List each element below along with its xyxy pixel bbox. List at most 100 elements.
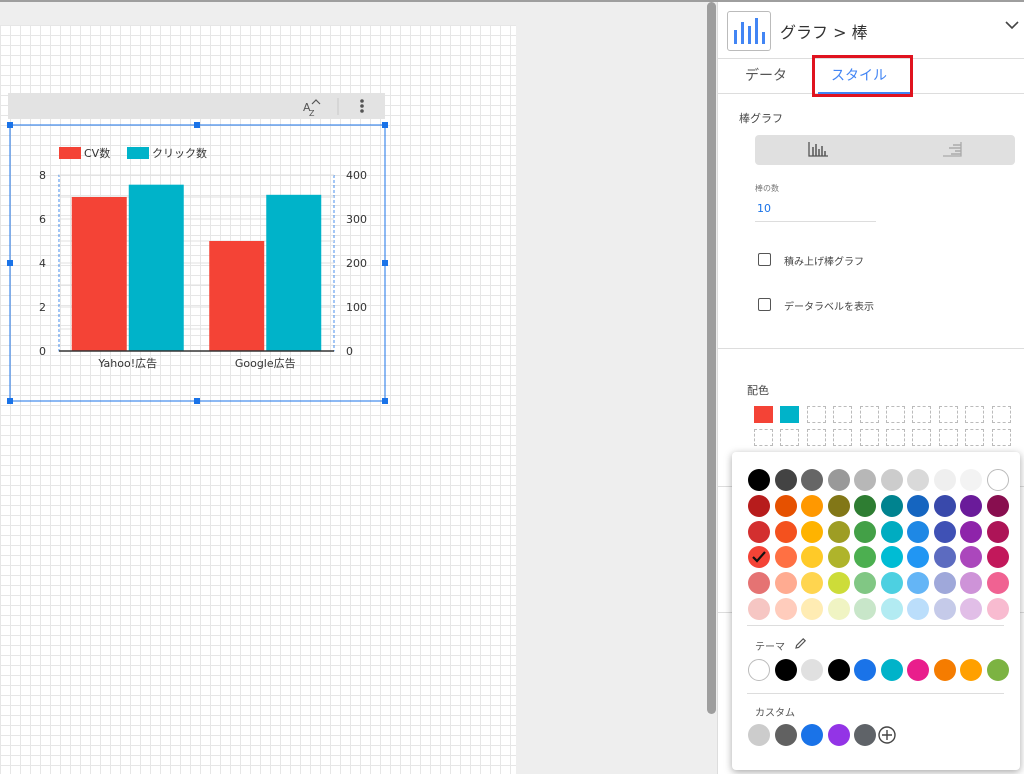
theme-color-option[interactable] <box>907 659 929 681</box>
bar[interactable] <box>266 194 322 351</box>
color-option[interactable] <box>801 598 823 620</box>
color-option[interactable] <box>774 546 797 569</box>
theme-color-option[interactable] <box>801 659 823 681</box>
resize-handle[interactable] <box>194 398 200 404</box>
color-option[interactable] <box>854 598 876 620</box>
color-option[interactable] <box>986 469 1009 491</box>
color-option[interactable] <box>827 598 850 620</box>
empty-color-swatch[interactable] <box>965 406 985 423</box>
empty-color-swatch[interactable] <box>886 406 905 423</box>
custom-color-option[interactable] <box>854 724 876 746</box>
theme-color-option[interactable] <box>933 659 956 681</box>
color-option[interactable] <box>774 598 797 620</box>
color-option[interactable] <box>774 494 797 517</box>
empty-color-swatch[interactable] <box>806 429 826 446</box>
bars-count-input[interactable]: 10 <box>757 202 771 215</box>
chevron-down-icon[interactable] <box>1005 20 1019 30</box>
empty-color-swatch[interactable] <box>912 406 932 423</box>
bar[interactable] <box>209 241 265 351</box>
color-option[interactable] <box>801 469 823 491</box>
resize-handle[interactable] <box>7 122 13 128</box>
color-option[interactable] <box>854 520 876 543</box>
empty-color-swatch[interactable] <box>991 406 1011 423</box>
data-labels-checkbox[interactable] <box>758 298 771 311</box>
color-option[interactable] <box>933 469 956 491</box>
color-option[interactable] <box>801 546 823 569</box>
custom-color-option[interactable] <box>748 724 770 746</box>
color-option[interactable] <box>880 469 903 491</box>
empty-color-swatch[interactable] <box>859 406 879 423</box>
empty-color-swatch[interactable] <box>780 429 800 446</box>
resize-handle[interactable] <box>382 398 388 404</box>
more-vert-icon[interactable] <box>360 99 364 113</box>
color-option[interactable] <box>801 494 823 517</box>
color-swatch[interactable] <box>754 406 773 423</box>
color-option[interactable] <box>774 572 797 595</box>
color-option[interactable] <box>907 494 929 517</box>
color-option[interactable] <box>986 520 1009 543</box>
color-option[interactable] <box>880 572 903 595</box>
color-option[interactable] <box>933 546 956 569</box>
color-option[interactable] <box>827 520 850 543</box>
vertical-bars-icon[interactable] <box>807 141 829 158</box>
stacked-checkbox[interactable] <box>758 253 771 266</box>
bar-chart[interactable]: A Z Yahoo!広告 Google広告024680100200300400 C… <box>0 25 516 774</box>
color-option[interactable] <box>986 546 1009 569</box>
color-option[interactable] <box>827 494 850 517</box>
color-option[interactable] <box>748 494 770 517</box>
custom-color-option[interactable] <box>801 724 823 746</box>
resize-handle[interactable] <box>194 122 200 128</box>
color-option[interactable] <box>960 572 982 595</box>
color-option[interactable] <box>854 469 876 491</box>
color-option[interactable] <box>827 572 850 595</box>
color-option[interactable] <box>774 469 797 491</box>
empty-color-swatch[interactable] <box>833 429 853 446</box>
empty-color-swatch[interactable] <box>859 429 879 446</box>
color-option[interactable] <box>880 598 903 620</box>
color-option[interactable] <box>880 494 903 517</box>
color-option[interactable] <box>748 469 770 491</box>
color-option[interactable] <box>854 546 876 569</box>
theme-color-option[interactable] <box>827 659 850 681</box>
empty-color-swatch[interactable] <box>938 406 958 423</box>
empty-color-swatch[interactable] <box>754 429 773 446</box>
color-option[interactable] <box>774 520 797 543</box>
color-option[interactable] <box>960 520 982 543</box>
color-option[interactable] <box>827 546 850 569</box>
color-option[interactable] <box>986 572 1009 595</box>
color-option[interactable] <box>748 598 770 620</box>
theme-color-option[interactable] <box>854 659 876 681</box>
color-option[interactable] <box>801 520 823 543</box>
report-canvas[interactable]: A Z Yahoo!広告 Google広告 0 2 4 6 8 0 100 200 300 400 C… <box>0 25 516 774</box>
empty-color-swatch[interactable] <box>965 429 985 446</box>
resize-handle[interactable] <box>382 260 388 266</box>
theme-color-option[interactable] <box>880 659 903 681</box>
tab-data[interactable]: データ <box>745 65 787 85</box>
color-option[interactable] <box>986 598 1009 620</box>
custom-color-option[interactable] <box>774 724 797 746</box>
empty-color-swatch[interactable] <box>912 429 932 446</box>
resize-handle[interactable] <box>382 122 388 128</box>
resize-handle[interactable] <box>7 260 13 266</box>
color-option[interactable] <box>827 469 850 491</box>
theme-color-option[interactable] <box>748 659 770 681</box>
color-option[interactable] <box>907 520 929 543</box>
color-option[interactable] <box>748 572 770 595</box>
bar[interactable] <box>128 184 184 351</box>
color-option[interactable] <box>801 572 823 595</box>
color-option[interactable] <box>748 520 770 543</box>
resize-handle[interactable] <box>7 398 13 404</box>
color-option[interactable] <box>960 469 982 491</box>
color-option[interactable] <box>960 494 982 517</box>
add-circle-icon[interactable] <box>878 726 896 744</box>
color-option[interactable] <box>748 546 770 569</box>
color-option[interactable] <box>854 572 876 595</box>
theme-color-option[interactable] <box>986 659 1009 681</box>
color-option[interactable] <box>933 572 956 595</box>
color-option[interactable] <box>907 546 929 569</box>
color-option[interactable] <box>880 520 903 543</box>
theme-color-option[interactable] <box>960 659 982 681</box>
empty-color-swatch[interactable] <box>991 429 1011 446</box>
empty-color-swatch[interactable] <box>833 406 853 423</box>
color-option[interactable] <box>933 598 956 620</box>
